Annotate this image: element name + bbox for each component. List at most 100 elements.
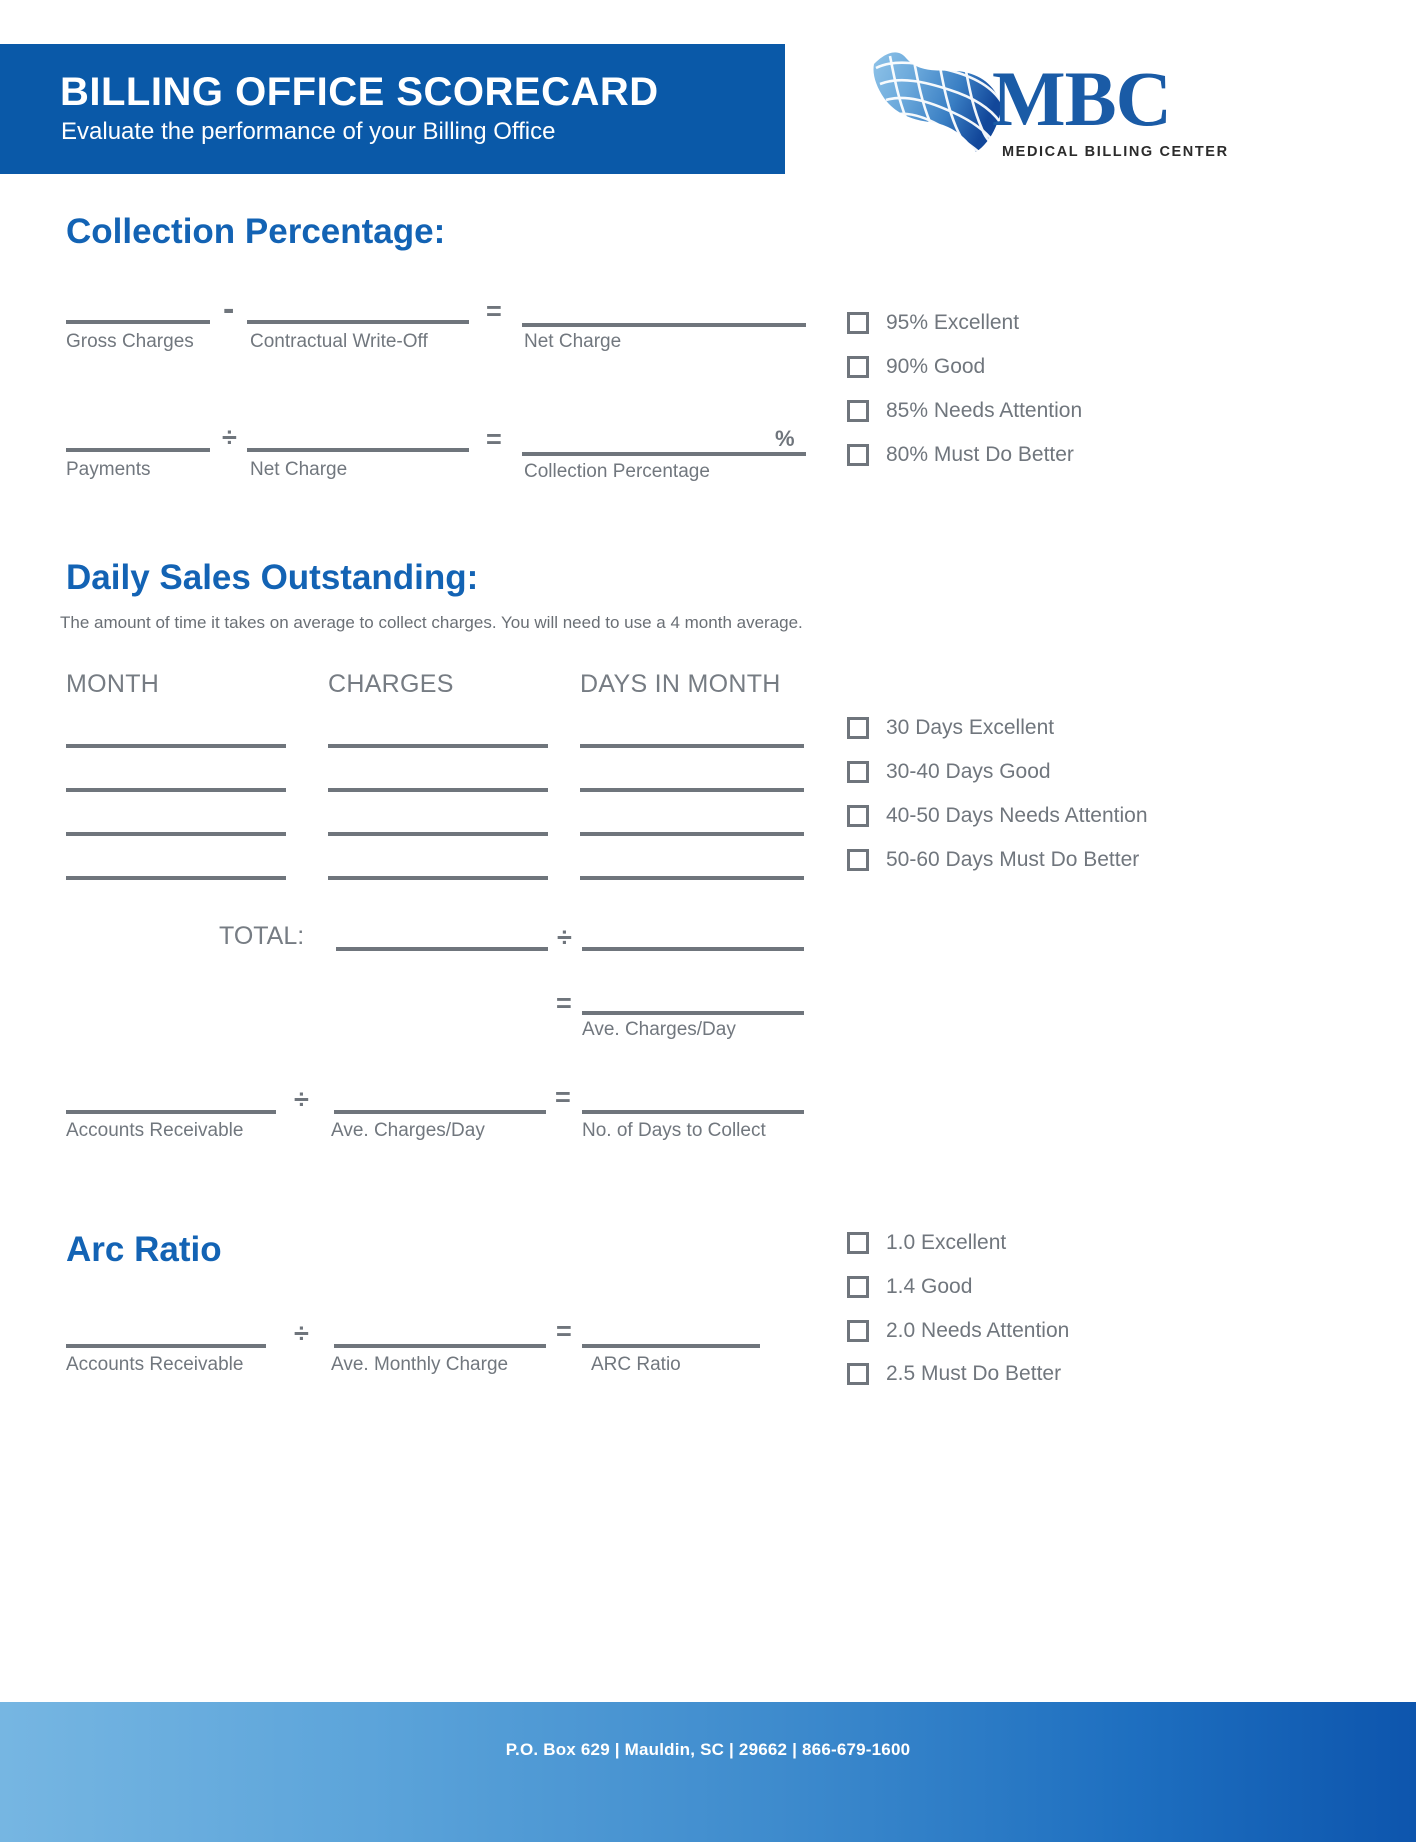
blank-line-month-1[interactable]: [66, 744, 286, 748]
blank-line-ave-monthly-charge[interactable]: [334, 1344, 546, 1348]
operator-divide: ÷: [222, 422, 237, 452]
blank-line-collection-percentage[interactable]: [522, 452, 806, 456]
blank-line-days-2[interactable]: [580, 788, 804, 792]
blank-line-total-days[interactable]: [582, 947, 804, 951]
checkbox-label: 30 Days Excellent: [886, 716, 1055, 739]
label-collection-percentage: Collection Percentage: [524, 461, 710, 482]
blank-line-days-1[interactable]: [580, 744, 804, 748]
blank-line-month-4[interactable]: [66, 876, 286, 880]
checkbox-label: 1.4 Good: [886, 1275, 973, 1298]
checkbox-icon[interactable]: [847, 761, 869, 783]
operator-divide-total: ÷: [557, 922, 572, 952]
section-title-daily-sales-outstanding: Daily Sales Outstanding:: [66, 558, 479, 597]
blank-line-net-charge[interactable]: [522, 323, 806, 327]
percent-symbol: %: [775, 426, 795, 451]
checkbox-icon[interactable]: [847, 1320, 869, 1342]
checkbox-icon[interactable]: [847, 312, 869, 334]
blank-line-charges-1[interactable]: [328, 744, 548, 748]
total-label: TOTAL:: [219, 922, 305, 950]
operator-divide-dso-final: ÷: [294, 1084, 309, 1114]
operator-equals-dso-final: =: [555, 1082, 571, 1112]
blank-line-charges-4[interactable]: [328, 876, 548, 880]
blank-line-month-3[interactable]: [66, 832, 286, 836]
checkbox-row-collection-1[interactable]: 90% Good: [847, 355, 985, 379]
checkbox-row-arc-2[interactable]: 2.0 Needs Attention: [847, 1319, 1069, 1343]
checkbox-icon[interactable]: [847, 1232, 869, 1254]
checkbox-label: 95% Excellent: [886, 311, 1020, 334]
checkbox-row-dso-0[interactable]: 30 Days Excellent: [847, 716, 1054, 740]
label-net-charge: Net Charge: [524, 331, 622, 352]
blank-line-accounts-receivable-arc[interactable]: [66, 1344, 266, 1348]
page-title: BILLING OFFICE SCORECARD: [60, 70, 659, 114]
footer-banner: P.O. Box 629 | Mauldin, SC | 29662 | 866…: [0, 1702, 1416, 1842]
operator-equals-2: =: [486, 424, 502, 454]
column-header-charges: CHARGES: [328, 670, 454, 698]
blank-line-month-2[interactable]: [66, 788, 286, 792]
checkbox-label: 80% Must Do Better: [886, 443, 1074, 466]
checkbox-icon[interactable]: [847, 805, 869, 827]
label-ave-charges-day: Ave. Charges/Day: [582, 1019, 736, 1040]
blank-line-charges-2[interactable]: [328, 788, 548, 792]
blank-line-gross-charges[interactable]: [66, 320, 210, 324]
logo-tagline: MEDICAL BILLING CENTER: [1002, 144, 1229, 160]
blank-line-net-charge-2[interactable]: [247, 448, 469, 452]
operator-equals: =: [486, 296, 502, 326]
checkbox-row-arc-3[interactable]: 2.5 Must Do Better: [847, 1362, 1061, 1386]
checkbox-label: 1.0 Excellent: [886, 1231, 1007, 1254]
checkbox-icon[interactable]: [847, 1363, 869, 1385]
label-accounts-receivable-dso: Accounts Receivable: [66, 1120, 244, 1141]
checkbox-label: 85% Needs Attention: [886, 399, 1083, 422]
checkbox-icon[interactable]: [847, 717, 869, 739]
checkbox-label: 90% Good: [886, 355, 986, 378]
checkbox-label: 2.5 Must Do Better: [886, 1362, 1062, 1385]
label-no-days-to-collect: No. of Days to Collect: [582, 1120, 766, 1141]
column-header-days-in-month: DAYS IN MONTH: [580, 670, 781, 698]
label-accounts-receivable-arc: Accounts Receivable: [66, 1354, 244, 1375]
label-payments: Payments: [66, 459, 151, 480]
checkbox-icon[interactable]: [847, 444, 869, 466]
checkbox-row-collection-0[interactable]: 95% Excellent: [847, 311, 1019, 335]
column-header-month: MONTH: [66, 670, 160, 698]
section-title-arc-ratio: Arc Ratio: [66, 1230, 222, 1269]
page-subtitle: Evaluate the performance of your Billing…: [61, 118, 556, 145]
section-title-collection-percentage: Collection Percentage:: [66, 212, 446, 251]
operator-equals-arc: =: [556, 1316, 572, 1346]
blank-line-accounts-receivable-dso[interactable]: [66, 1110, 276, 1114]
flag-grid-logo-icon: [873, 52, 1004, 156]
blank-line-days-4[interactable]: [580, 876, 804, 880]
checkbox-row-dso-2[interactable]: 40-50 Days Needs Attention: [847, 804, 1148, 828]
checkbox-row-collection-3[interactable]: 80% Must Do Better: [847, 443, 1074, 467]
blank-line-charges-3[interactable]: [328, 832, 548, 836]
checkbox-icon[interactable]: [847, 400, 869, 422]
label-ave-charges-day-2: Ave. Charges/Day: [331, 1120, 485, 1141]
checkbox-label: 30-40 Days Good: [886, 760, 1051, 783]
label-net-charge-2: Net Charge: [250, 459, 348, 480]
checkbox-icon[interactable]: [847, 849, 869, 871]
checkbox-row-collection-2[interactable]: 85% Needs Attention: [847, 399, 1082, 423]
section-description-dso: The amount of time it takes on average t…: [60, 613, 803, 632]
checkbox-row-dso-3[interactable]: 50-60 Days Must Do Better: [847, 848, 1139, 872]
checkbox-row-dso-1[interactable]: 30-40 Days Good: [847, 760, 1051, 784]
footer-contact-info: P.O. Box 629 | Mauldin, SC | 29662 | 866…: [505, 1740, 911, 1759]
blank-line-no-days-to-collect[interactable]: [582, 1110, 804, 1114]
blank-line-ave-charges-day[interactable]: [582, 1011, 804, 1015]
blank-line-contractual-write-off[interactable]: [247, 320, 469, 324]
blank-line-total-charges[interactable]: [336, 947, 548, 951]
checkbox-row-arc-0[interactable]: 1.0 Excellent: [847, 1231, 1006, 1255]
checkbox-icon[interactable]: [847, 356, 869, 378]
checkbox-row-arc-1[interactable]: 1.4 Good: [847, 1275, 972, 1299]
checkbox-label: 2.0 Needs Attention: [886, 1319, 1070, 1342]
operator-equals-ave-charges: =: [556, 988, 572, 1018]
label-contractual-write-off: Contractual Write-Off: [250, 331, 428, 352]
blank-line-arc-ratio[interactable]: [582, 1344, 760, 1348]
blank-line-payments[interactable]: [66, 448, 210, 452]
label-gross-charges: Gross Charges: [66, 331, 194, 352]
blank-line-ave-charges-day-2[interactable]: [334, 1110, 546, 1114]
checkbox-icon[interactable]: [847, 1276, 869, 1298]
checkbox-label: 40-50 Days Needs Attention: [886, 804, 1148, 827]
blank-line-days-3[interactable]: [580, 832, 804, 836]
mbc-logo: MBC MEDICAL BILLING CENTER: [852, 46, 1227, 166]
label-arc-ratio: ARC Ratio: [591, 1354, 681, 1375]
checkbox-label: 50-60 Days Must Do Better: [886, 848, 1140, 871]
operator-divide-arc: ÷: [294, 1318, 309, 1348]
